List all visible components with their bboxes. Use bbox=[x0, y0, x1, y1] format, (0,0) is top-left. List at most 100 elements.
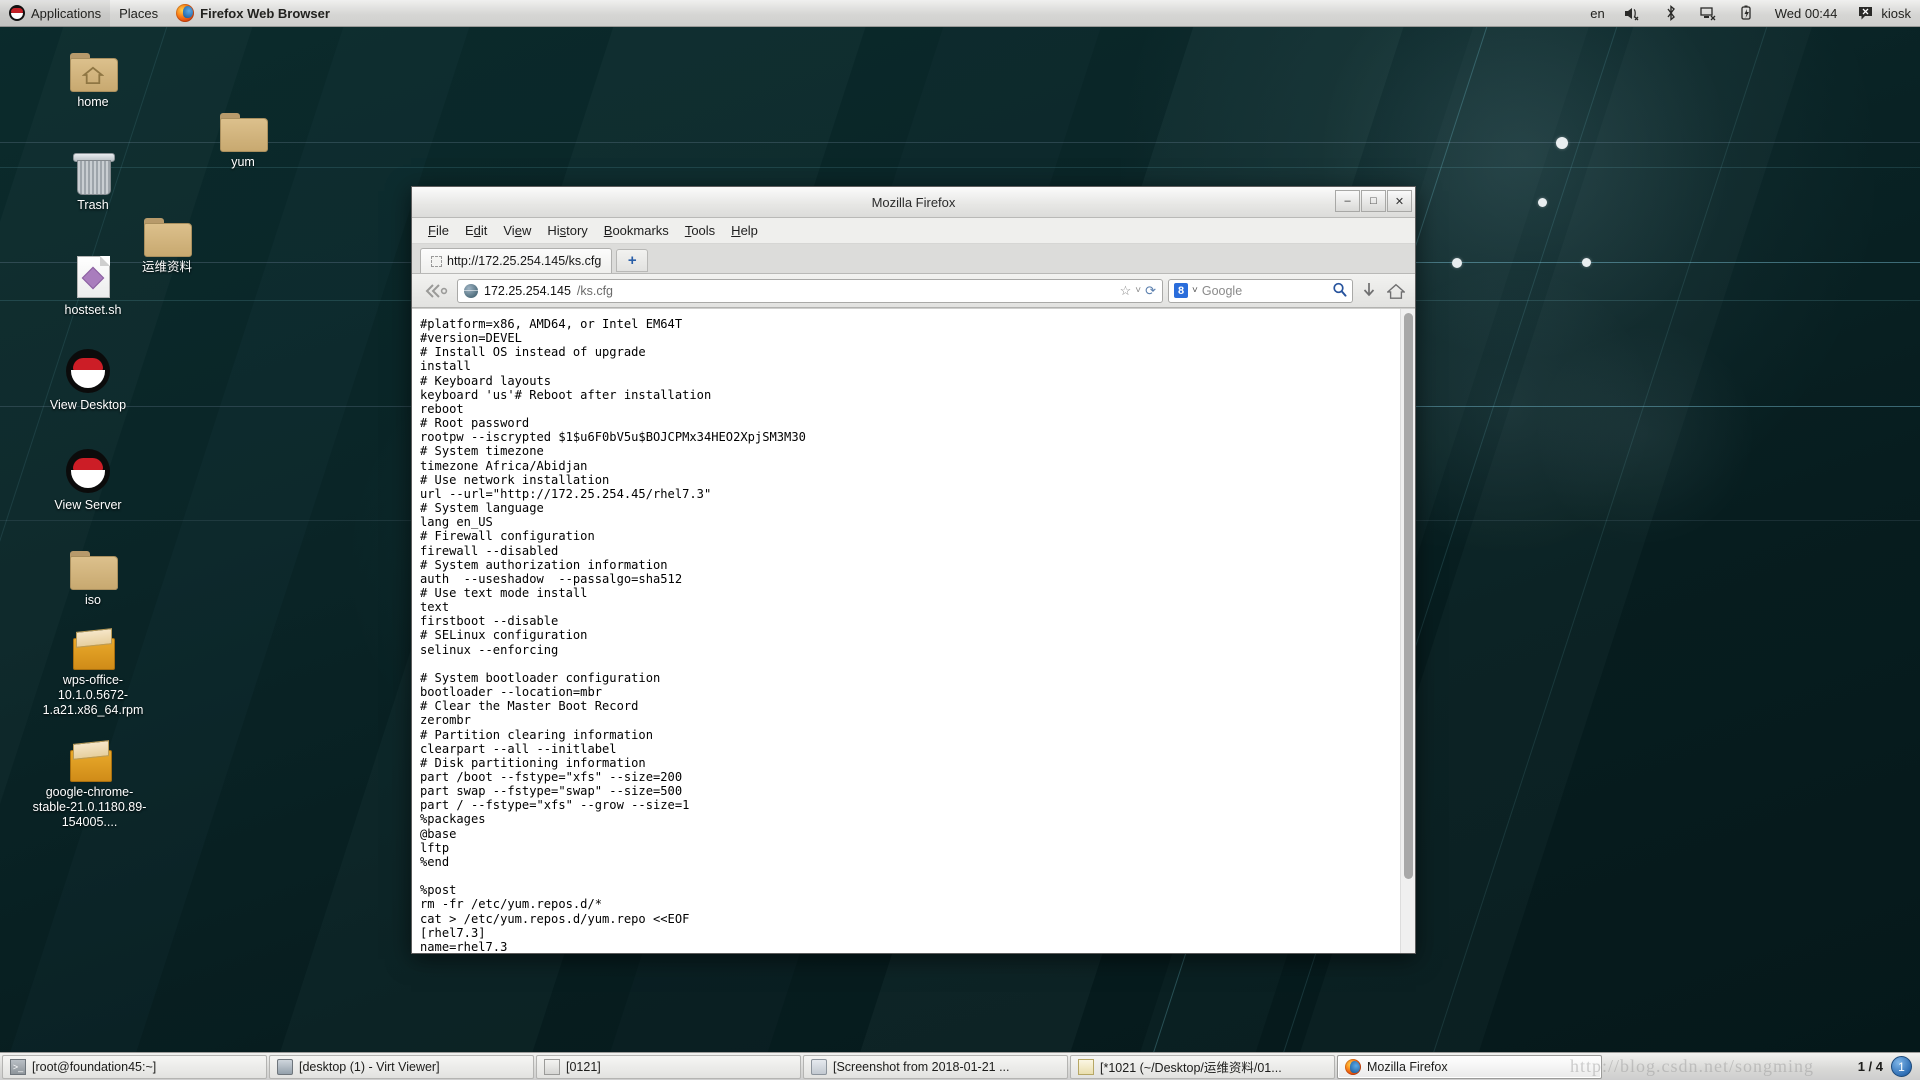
desktop-icon-google-chrome-rpm[interactable]: google-chrome-stable-21.0.1180.89-154005… bbox=[27, 730, 152, 830]
new-tab-button[interactable]: + bbox=[616, 249, 649, 272]
menu-history[interactable]: History bbox=[539, 220, 595, 241]
bluetooth-glyph bbox=[1667, 5, 1675, 21]
network-disconnected-icon[interactable] bbox=[1690, 0, 1728, 27]
keyboard-layout-label: en bbox=[1590, 5, 1605, 21]
folder-locked-icon: 🔒 bbox=[38, 538, 148, 590]
taskbar-item-terminal[interactable]: >_ [root@foundation45:~] bbox=[2, 1054, 267, 1079]
search-bar[interactable]: 8 ˅ Google bbox=[1168, 278, 1353, 303]
browser-tab[interactable]: http://172.25.254.145/ks.cfg bbox=[420, 248, 613, 273]
url-bar[interactable]: 172.25.254.145/ks.cfg ☆ ˅ ⟳ bbox=[457, 278, 1163, 303]
desktop-icon-label: home bbox=[77, 95, 109, 109]
wallpaper-dot bbox=[1538, 198, 1547, 207]
magnifier-glyph bbox=[1333, 282, 1347, 297]
desktop-icon-label: wps-office-10.1.0.5672-1.a21.x86_64.rpm bbox=[42, 673, 144, 717]
desktop-icon-label: View Server bbox=[54, 498, 122, 512]
document-icon bbox=[544, 1058, 560, 1075]
taskbar-item-label: [desktop (1) - Virt Viewer] bbox=[299, 1059, 440, 1074]
desktop-icon-wps-office-rpm[interactable]: wps-office-10.1.0.5672-1.a21.x86_64.rpm bbox=[33, 618, 153, 718]
firefox-icon bbox=[176, 4, 195, 22]
terminal-icon: >_ bbox=[10, 1058, 26, 1075]
scrollbar-thumb[interactable] bbox=[1404, 313, 1413, 879]
script-file-icon bbox=[38, 248, 148, 298]
menubar: File Edit View History Bookmarks Tools H… bbox=[412, 218, 1415, 244]
desktop-icon-yum[interactable]: yum bbox=[188, 100, 298, 170]
window-titlebar[interactable]: Mozilla Firefox – □ ✕ bbox=[412, 187, 1415, 218]
taskbar-item-label: Mozilla Firefox bbox=[1367, 1059, 1448, 1074]
tab-title: http://172.25.254.145/ks.cfg bbox=[447, 254, 602, 268]
maximize-button[interactable]: □ bbox=[1361, 190, 1386, 212]
download-arrow-icon bbox=[1363, 283, 1375, 297]
chevron-down-icon[interactable]: ˅ bbox=[1135, 285, 1141, 296]
volume-muted-icon[interactable] bbox=[1614, 0, 1652, 27]
battery-icon[interactable] bbox=[1728, 0, 1766, 27]
navigation-toolbar: 172.25.254.145/ks.cfg ☆ ˅ ⟳ 8 ˅ Google bbox=[412, 274, 1415, 308]
workspace-switcher[interactable]: 1 / 4 1 bbox=[1858, 1056, 1918, 1077]
page-content-area[interactable]: #platform=x86, AMD64, or Intel EM64T #ve… bbox=[412, 308, 1415, 953]
clock[interactable]: Wed 00:44 bbox=[1766, 0, 1847, 27]
desktop-icon-view-desktop[interactable]: View Desktop bbox=[33, 343, 143, 413]
search-icon[interactable] bbox=[1332, 282, 1347, 300]
volume-muted-glyph bbox=[1625, 7, 1639, 20]
applications-menu-label: Applications bbox=[31, 5, 102, 21]
desktop-icon-label: hostset.sh bbox=[64, 303, 122, 317]
window-title: Mozilla Firefox bbox=[871, 194, 956, 210]
taskbar-item-firefox[interactable]: Mozilla Firefox bbox=[1337, 1054, 1602, 1079]
reload-icon[interactable]: ⟳ bbox=[1145, 283, 1156, 299]
menu-tools[interactable]: Tools bbox=[677, 220, 723, 241]
menu-edit[interactable]: Edit bbox=[457, 220, 495, 241]
desktop-icon-hostset-sh[interactable]: hostset.sh bbox=[38, 248, 148, 318]
user-menu[interactable]: kiosk bbox=[1846, 0, 1920, 27]
window-controls: – □ ✕ bbox=[1335, 190, 1412, 212]
menu-bookmarks[interactable]: Bookmarks bbox=[596, 220, 677, 241]
close-button[interactable]: ✕ bbox=[1387, 190, 1412, 212]
firefox-window[interactable]: Mozilla Firefox – □ ✕ File Edit View His… bbox=[411, 186, 1416, 954]
back-forward-button[interactable] bbox=[420, 282, 452, 300]
active-application-indicator[interactable]: Firefox Web Browser bbox=[167, 0, 339, 27]
desktop-icon-label: View Desktop bbox=[49, 398, 127, 412]
desktop-icon-trash[interactable]: Trash bbox=[38, 143, 148, 213]
search-engine-chevron-down-icon[interactable]: ˅ bbox=[1192, 285, 1198, 296]
url-host: 172.25.254.145 bbox=[484, 283, 571, 298]
firefox-icon bbox=[1345, 1058, 1361, 1075]
screenshot-icon bbox=[811, 1058, 827, 1075]
minimize-button[interactable]: – bbox=[1335, 190, 1360, 212]
taskbar-item-screenshot[interactable]: [Screenshot from 2018-01-21 ... bbox=[803, 1054, 1068, 1079]
wallpaper-glow bbox=[1530, 320, 1760, 550]
applications-menu[interactable]: Applications bbox=[0, 0, 111, 27]
bookmark-star-icon[interactable]: ☆ bbox=[1120, 283, 1132, 299]
taskbar: >_ [root@foundation45:~] [desktop (1) - … bbox=[0, 1052, 1920, 1080]
rpm-package-icon bbox=[27, 730, 152, 782]
desktop-icon-iso[interactable]: 🔒 iso bbox=[38, 538, 148, 608]
vertical-scrollbar[interactable] bbox=[1400, 309, 1415, 953]
network-glyph bbox=[1700, 6, 1716, 20]
taskbar-item-virt-viewer[interactable]: [desktop (1) - Virt Viewer] bbox=[269, 1054, 534, 1079]
home-button[interactable] bbox=[1385, 279, 1407, 303]
redhat-logo-icon bbox=[9, 5, 25, 21]
search-engine-icon[interactable]: 8 bbox=[1174, 283, 1188, 298]
tab-favicon-placeholder-icon bbox=[431, 255, 442, 267]
taskbar-item-text-editor[interactable]: [*1021 (~/Desktop/运维资料/01... bbox=[1070, 1054, 1335, 1079]
desktop-icon-label: yum bbox=[231, 155, 255, 169]
taskbar-item-label: [0121] bbox=[566, 1059, 601, 1074]
clock-label: Wed 00:44 bbox=[1774, 5, 1838, 21]
bluetooth-icon[interactable] bbox=[1652, 0, 1690, 27]
taskbar-item-0121[interactable]: [0121] bbox=[536, 1054, 801, 1079]
trash-icon bbox=[38, 143, 148, 195]
tabstrip: http://172.25.254.145/ks.cfg + bbox=[412, 244, 1415, 274]
desktop-icon-home[interactable]: home bbox=[38, 40, 148, 110]
downloads-button[interactable] bbox=[1358, 279, 1380, 303]
battery-glyph bbox=[1741, 5, 1751, 20]
menu-view[interactable]: View bbox=[495, 220, 539, 241]
desktop-icon-view-server[interactable]: View Server bbox=[33, 443, 143, 513]
wallpaper-dot bbox=[1452, 258, 1462, 268]
search-input-placeholder[interactable]: Google bbox=[1202, 284, 1242, 298]
active-application-label: Firefox Web Browser bbox=[200, 5, 330, 21]
menu-help[interactable]: Help bbox=[723, 220, 766, 241]
taskbar-item-label: [Screenshot from 2018-01-21 ... bbox=[833, 1059, 1010, 1074]
places-menu[interactable]: Places bbox=[110, 0, 167, 27]
lock-icon: 🔒 bbox=[99, 571, 118, 590]
desktop-icon-label: google-chrome-stable-21.0.1180.89-154005… bbox=[32, 785, 147, 829]
keyboard-layout-indicator[interactable]: en bbox=[1581, 0, 1613, 27]
menu-file[interactable]: File bbox=[420, 220, 457, 241]
desktop-icon-label: iso bbox=[85, 593, 101, 607]
